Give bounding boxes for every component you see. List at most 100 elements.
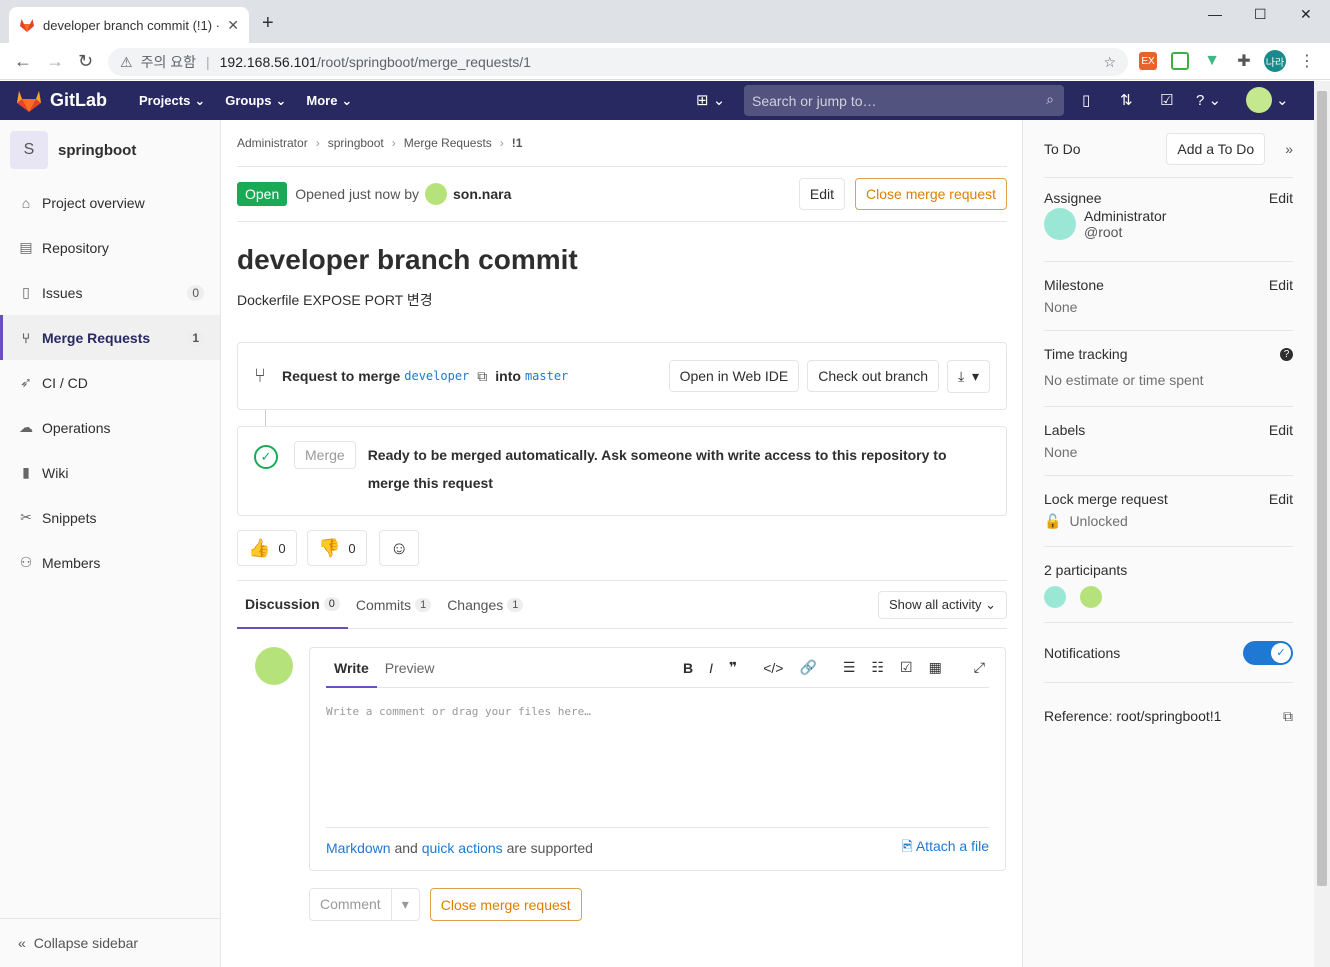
tab-changes[interactable]: Changes 1 xyxy=(439,581,531,629)
reload-icon[interactable]: ↻ xyxy=(78,51,93,72)
bookmark-star-icon[interactable]: ☆ xyxy=(1103,54,1116,71)
profile-avatar[interactable]: 나라 xyxy=(1264,50,1286,72)
more-menu[interactable]: More ⌄ xyxy=(306,93,352,109)
merge-requests-nav-icon[interactable]: ⇅ xyxy=(1120,91,1133,109)
sidebar-item-repository[interactable]: ▤ Repository xyxy=(0,225,220,270)
count-badge: 1 xyxy=(187,329,204,346)
gitlab-brand: GitLab xyxy=(50,90,107,110)
user-avatar[interactable] xyxy=(1246,87,1272,113)
quote-icon[interactable]: ❞ xyxy=(729,659,737,676)
sidebar-item-label: Snippets xyxy=(42,509,97,526)
project-header[interactable]: S springboot xyxy=(0,120,220,180)
assignee-edit[interactable]: Edit xyxy=(1269,190,1293,206)
groups-menu[interactable]: Groups ⌄ xyxy=(225,93,286,109)
participant-avatar[interactable] xyxy=(1080,586,1102,608)
italic-icon[interactable]: I xyxy=(709,660,713,676)
assignee-avatar[interactable] xyxy=(1044,208,1076,240)
scrollbar-thumb[interactable] xyxy=(1317,91,1327,886)
thumbs-up-button[interactable]: 👍 0 xyxy=(237,530,297,566)
minimize-icon[interactable]: — xyxy=(1208,6,1222,22)
sidebar-item-operations[interactable]: ☁ Operations xyxy=(0,405,220,450)
project-name: springboot xyxy=(58,141,137,159)
vue-devtools-icon[interactable]: ▼ xyxy=(1203,52,1221,70)
add-reaction-button[interactable]: ☺ xyxy=(379,530,420,566)
table-icon[interactable]: ▦ xyxy=(929,659,942,676)
source-branch[interactable]: developer xyxy=(404,369,469,383)
write-tab[interactable]: Write xyxy=(326,648,377,688)
chevron-down-icon[interactable]: ⌄ xyxy=(1276,91,1289,109)
author-avatar[interactable] xyxy=(425,183,447,205)
checkout-branch-button[interactable]: Check out branch xyxy=(807,360,939,392)
copy-reference-icon[interactable]: ⧉ xyxy=(1283,708,1293,725)
tab-commits[interactable]: Commits 1 xyxy=(348,581,439,629)
address-bar[interactable]: ⚠ 주의 요함 | 192.168.56.101 /root/springboo… xyxy=(108,48,1128,76)
help-icon[interactable]: ? ⌄ xyxy=(1196,91,1221,109)
target-branch[interactable]: master xyxy=(525,369,568,383)
sidebar-item-members[interactable]: ⚇ Members xyxy=(0,540,220,585)
labels-edit[interactable]: Edit xyxy=(1269,422,1293,438)
link-icon[interactable]: 🔗 xyxy=(799,659,816,676)
notifications-toggle[interactable]: ✓ xyxy=(1243,640,1293,665)
issues-nav-icon[interactable]: ▯ xyxy=(1082,91,1090,109)
breadcrumb-item[interactable]: !1 xyxy=(512,136,523,150)
breadcrumb-item[interactable]: Administrator xyxy=(237,136,308,150)
quick-actions-link[interactable]: quick actions xyxy=(422,840,503,856)
help-circle-icon[interactable]: ? xyxy=(1280,348,1293,361)
maximize-icon[interactable]: ☐ xyxy=(1254,6,1267,23)
sidebar-item-ci-cd[interactable]: ➶ CI / CD xyxy=(0,360,220,405)
gitlab-logo[interactable]: GitLab xyxy=(16,89,107,113)
tab-discussion[interactable]: Discussion 0 xyxy=(237,581,348,629)
comment-textarea[interactable]: Write a comment or drag your files here… xyxy=(326,688,989,828)
widget-connector xyxy=(265,410,266,426)
close-tab-icon[interactable]: ✕ xyxy=(227,17,239,34)
fullscreen-icon[interactable]: ⤢ xyxy=(974,659,985,676)
bullet-list-icon[interactable]: ☰ xyxy=(843,659,856,676)
add-todo-button[interactable]: Add a To Do xyxy=(1166,132,1266,165)
page-scrollbar[interactable] xyxy=(1314,81,1330,967)
participant-avatar[interactable] xyxy=(1044,586,1066,608)
open-web-ide-button[interactable]: Open in Web IDE xyxy=(668,360,800,392)
browser-tab[interactable]: developer branch commit (!1) · ✕ xyxy=(9,7,249,43)
extension-green-icon[interactable] xyxy=(1171,52,1189,70)
bold-icon[interactable]: B xyxy=(683,660,693,676)
preview-tab[interactable]: Preview xyxy=(377,660,443,676)
extension-ex-icon[interactable]: EX xyxy=(1139,52,1157,70)
numbered-list-icon[interactable]: ☷ xyxy=(871,659,884,676)
copy-icon[interactable]: ⧉ xyxy=(477,368,487,385)
sidebar-item-merge-requests[interactable]: ⑂ Merge Requests 1 xyxy=(0,315,220,360)
code-icon[interactable]: </> xyxy=(763,660,783,676)
close-merge-request-bottom-button[interactable]: Close merge request xyxy=(429,888,582,921)
activity-filter-dropdown[interactable]: Show all activity ⌄ xyxy=(877,590,1007,619)
breadcrumb-item[interactable]: Merge Requests xyxy=(404,136,492,150)
window-close-icon[interactable]: ✕ xyxy=(1300,6,1312,23)
author-name[interactable]: son.nara xyxy=(453,186,511,202)
sidebar-item-snippets[interactable]: ✂ Snippets xyxy=(0,495,220,540)
merge-button[interactable]: Merge xyxy=(294,441,356,469)
search-input[interactable]: Search or jump to… ⌕ xyxy=(744,85,1064,116)
sidebar-item-issues[interactable]: ▯ Issues 0 xyxy=(0,270,220,315)
comment-button[interactable]: Comment ▾ xyxy=(309,888,420,921)
task-list-icon[interactable]: ☑ xyxy=(900,659,913,676)
collapse-right-sidebar-icon[interactable]: » xyxy=(1285,141,1293,157)
markdown-link[interactable]: Markdown xyxy=(326,840,391,856)
close-merge-request-button[interactable]: Close merge request xyxy=(855,178,1007,210)
back-icon[interactable]: ← xyxy=(14,51,32,72)
new-tab-button[interactable]: + xyxy=(262,12,274,35)
extensions-puzzle-icon[interactable]: ✚ xyxy=(1235,52,1253,70)
new-item-icon[interactable]: ⊞ ⌄ xyxy=(696,91,725,109)
breadcrumb-item[interactable]: springboot xyxy=(328,136,384,150)
milestone-edit[interactable]: Edit xyxy=(1269,277,1293,293)
attach-file-button[interactable]: 🖻 Attach a file xyxy=(901,836,989,860)
edit-button[interactable]: Edit xyxy=(798,178,846,210)
collapse-sidebar-button[interactable]: « Collapse sidebar xyxy=(0,918,220,967)
projects-menu[interactable]: Projects ⌄ xyxy=(139,93,205,109)
browser-menu-icon[interactable]: ⋮ xyxy=(1298,52,1316,70)
todos-nav-icon[interactable]: ☑ xyxy=(1160,91,1173,109)
download-dropdown[interactable]: ⤓ ▾ xyxy=(946,359,990,393)
assignee-name[interactable]: Administrator xyxy=(1084,208,1166,224)
sidebar-item-project-overview[interactable]: ⌂ Project overview xyxy=(0,180,220,225)
sidebar-item-wiki[interactable]: ▮ Wiki xyxy=(0,450,220,495)
forward-icon[interactable]: → xyxy=(46,51,64,72)
thumbs-down-button[interactable]: 👎 0 xyxy=(307,530,367,566)
lock-edit[interactable]: Edit xyxy=(1269,491,1293,507)
